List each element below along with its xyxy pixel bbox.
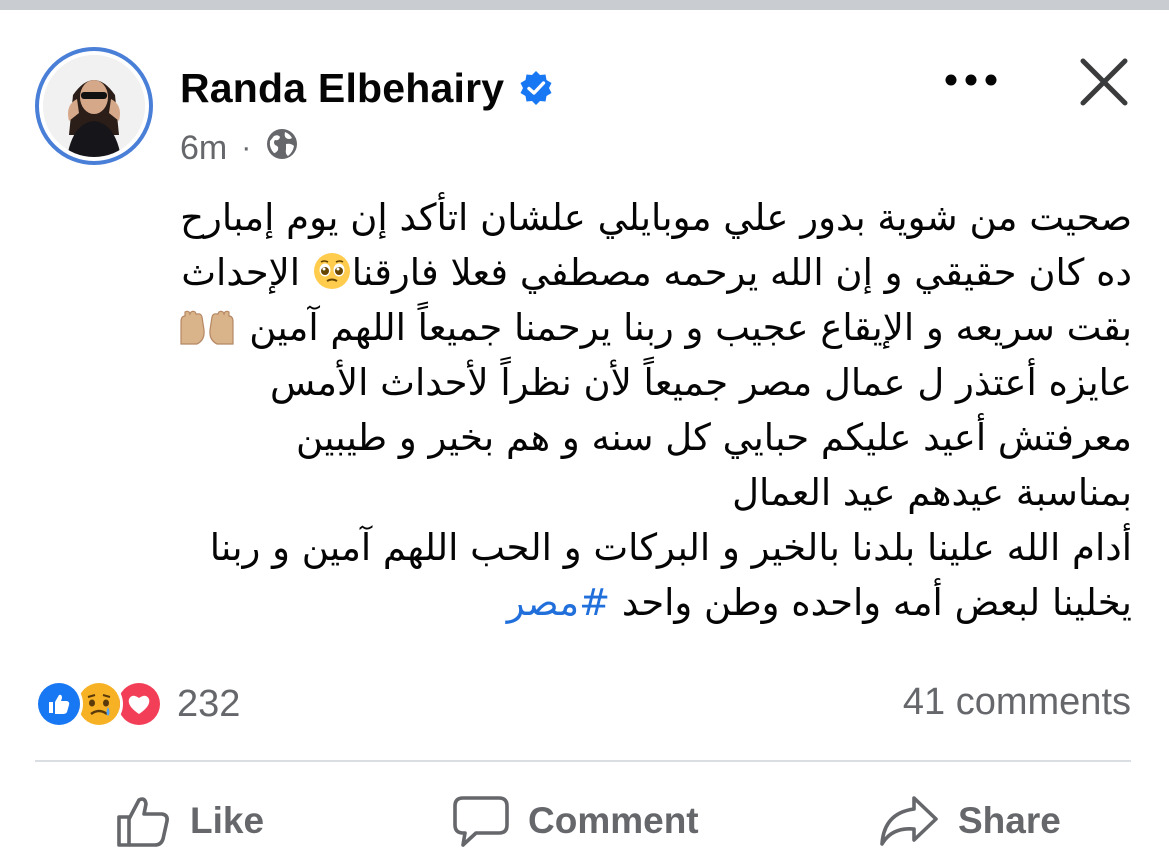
reactions-summary[interactable]: 232 (35, 679, 240, 729)
like-icon (35, 680, 83, 728)
like-button[interactable]: Like (114, 786, 264, 856)
more-options-button[interactable] (943, 62, 999, 98)
post-text-segment: الإحداث (181, 251, 300, 294)
hashtag-link[interactable]: #مصر (507, 581, 610, 624)
comment-label: Comment (528, 800, 699, 841)
close-button[interactable] (1077, 55, 1131, 109)
post-text-line: يخلينا لبعض أمه واحده وطن واحد #مصر (40, 575, 1132, 630)
top-divider-strip (0, 0, 1169, 10)
reaction-count: 232 (177, 682, 241, 725)
comment-bubble-icon (453, 796, 509, 847)
post-author-row: Randa Elbehairy (180, 62, 554, 114)
author-name[interactable]: Randa Elbehairy (180, 65, 504, 112)
post-text-line: ده كان حقيقي و إن الله يرحمه مصطفي فعلا … (40, 245, 1132, 300)
post-text-line: عايزه أعتذر ل عمال مصر جميعاً لأن نظراً … (270, 361, 1132, 404)
post-text-line: معرفتش أعيد عليكم حبايي كل سنه و هم بخير… (295, 416, 1132, 459)
post-text-line: بقت سريعه و الإيقاع عجيب و ربنا يرحمنا ج… (40, 300, 1132, 355)
share-label: Share (958, 800, 1061, 841)
avatar-photo (43, 55, 145, 157)
meta-separator: · (241, 131, 252, 164)
raised-hands-emoji-icon (177, 306, 237, 361)
more-dots-icon (945, 74, 997, 86)
pleading-face-emoji-icon (312, 251, 352, 306)
post-meta: 6m · (180, 126, 299, 170)
close-icon (1080, 58, 1128, 106)
post-text-line: أدام الله علينا بلدنا بالخير و البركات و… (209, 526, 1132, 569)
comment-button[interactable]: Comment (452, 786, 699, 856)
thumbs-up-icon (117, 797, 169, 847)
post-text-segment: بقت سريعه و الإيقاع عجيب و ربنا يرحمنا ج… (249, 306, 1132, 349)
comments-count-link[interactable]: 41 comments (903, 681, 1131, 724)
post-text-segment: ده كان حقيقي و إن الله يرحمه مصطفي فعلا … (351, 251, 1132, 294)
author-avatar[interactable] (35, 47, 153, 165)
like-label: Like (190, 800, 265, 841)
post-body: صحيت من شوية بدور علي موبايلي علشان اتأك… (40, 190, 1132, 630)
share-arrow-icon (880, 796, 938, 846)
globe-icon (265, 127, 299, 170)
share-button[interactable]: Share (878, 786, 1061, 856)
post-timestamp[interactable]: 6m (180, 129, 227, 168)
post-text-line: صحيت من شوية بدور علي موبايلي علشان اتأك… (180, 196, 1132, 239)
post-text-segment: يخلينا لبعض أمه واحده وطن واحد (621, 581, 1132, 624)
verified-badge-icon (518, 70, 554, 106)
reaction-icons (35, 680, 163, 728)
divider (35, 760, 1131, 762)
post-text-line: بمناسبة عيدهم عيد العمال (732, 471, 1132, 514)
